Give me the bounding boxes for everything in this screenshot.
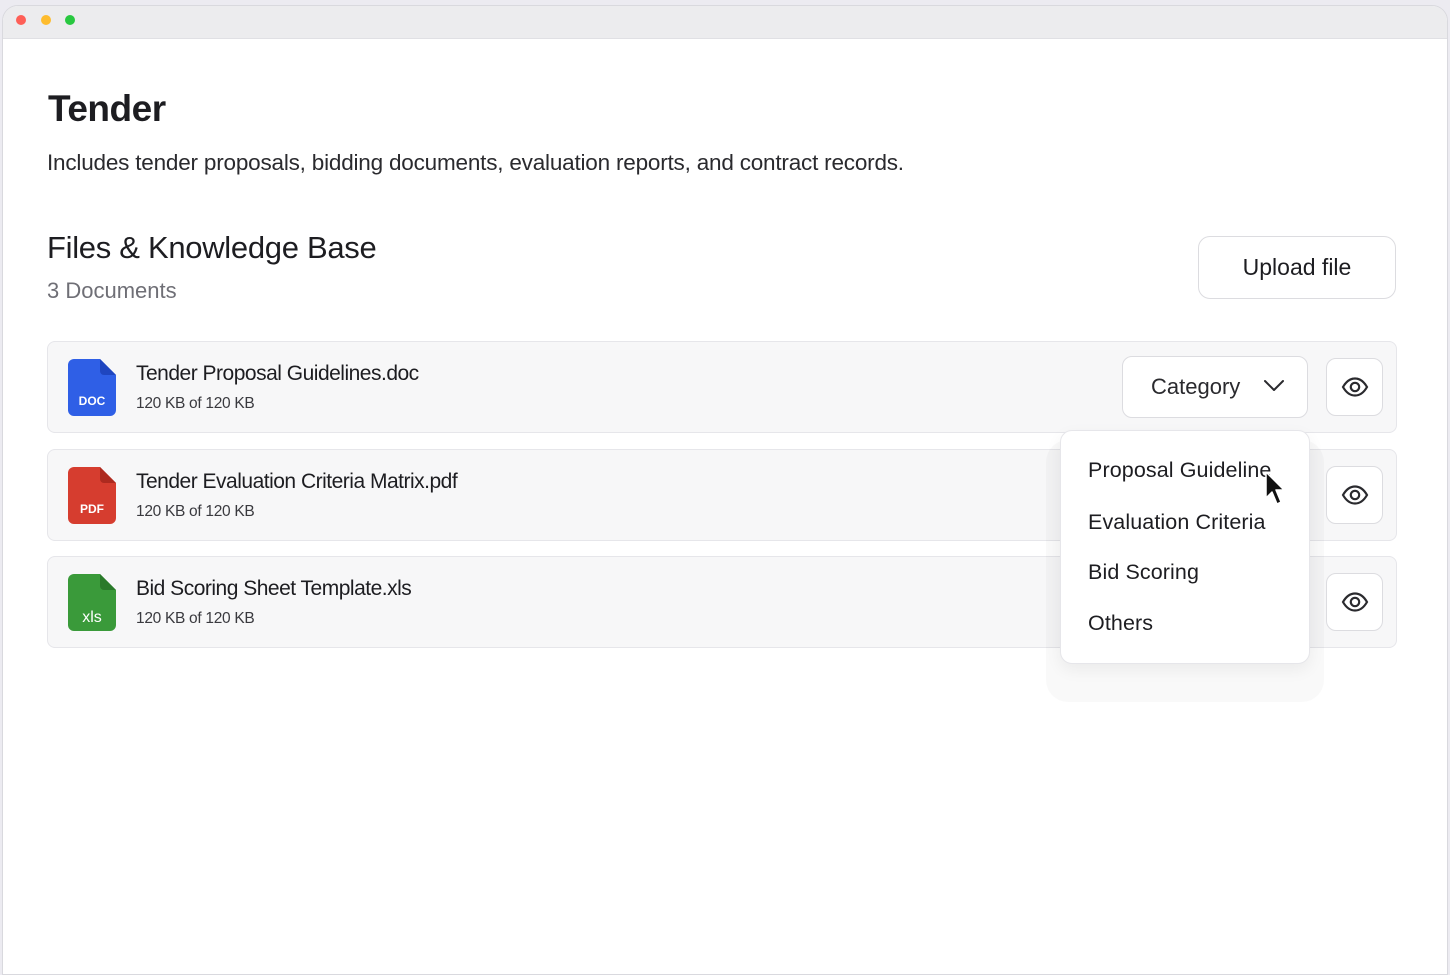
category-option-evaluation-criteria[interactable]: Evaluation Criteria bbox=[1088, 510, 1266, 535]
category-option-bid-scoring[interactable]: Bid Scoring bbox=[1088, 560, 1199, 585]
file-size: 120 KB of 120 KB bbox=[136, 503, 255, 520]
view-file-button[interactable] bbox=[1326, 466, 1383, 524]
category-dropdown-menu: Proposal Guideline Evaluation Criteria B… bbox=[1060, 430, 1310, 664]
title-bar bbox=[3, 6, 1447, 39]
category-select[interactable]: Category bbox=[1122, 356, 1308, 418]
upload-file-button[interactable]: Upload file bbox=[1198, 236, 1396, 299]
document-count: 3 Documents bbox=[47, 278, 177, 303]
file-type-label: DOC bbox=[79, 394, 106, 408]
view-file-button[interactable] bbox=[1326, 573, 1383, 631]
file-size: 120 KB of 120 KB bbox=[136, 610, 255, 627]
chevron-down-icon bbox=[1264, 380, 1284, 391]
view-file-button[interactable] bbox=[1326, 358, 1383, 416]
page-description: Includes tender proposals, bidding docum… bbox=[47, 150, 904, 175]
eye-icon bbox=[1341, 485, 1368, 505]
file-name[interactable]: Tender Proposal Guidelines.doc bbox=[136, 362, 419, 386]
file-name[interactable]: Tender Evaluation Criteria Matrix.pdf bbox=[136, 470, 458, 494]
eye-icon bbox=[1341, 592, 1368, 612]
category-option-others[interactable]: Others bbox=[1088, 611, 1153, 636]
category-option-proposal-guideline[interactable]: Proposal Guideline bbox=[1088, 458, 1271, 483]
doc-file-icon: DOC bbox=[68, 359, 116, 416]
eye-icon bbox=[1341, 377, 1368, 397]
file-size: 120 KB of 120 KB bbox=[136, 395, 255, 412]
page-title: Tender bbox=[48, 88, 166, 129]
section-title: Files & Knowledge Base bbox=[47, 230, 377, 265]
file-name[interactable]: Bid Scoring Sheet Template.xls bbox=[136, 577, 412, 601]
maximize-window-button[interactable] bbox=[65, 15, 75, 25]
minimize-window-button[interactable] bbox=[41, 15, 51, 25]
file-type-label: xls bbox=[82, 609, 102, 626]
mouse-pointer-icon bbox=[1265, 471, 1285, 505]
xls-file-icon: xls bbox=[68, 574, 116, 631]
file-row: DOC Tender Proposal Guidelines.doc 120 K… bbox=[47, 341, 1397, 433]
pdf-file-icon: PDF bbox=[68, 467, 116, 524]
file-type-label: PDF bbox=[80, 502, 104, 516]
category-select-label: Category bbox=[1151, 374, 1241, 399]
close-window-button[interactable] bbox=[16, 15, 26, 25]
